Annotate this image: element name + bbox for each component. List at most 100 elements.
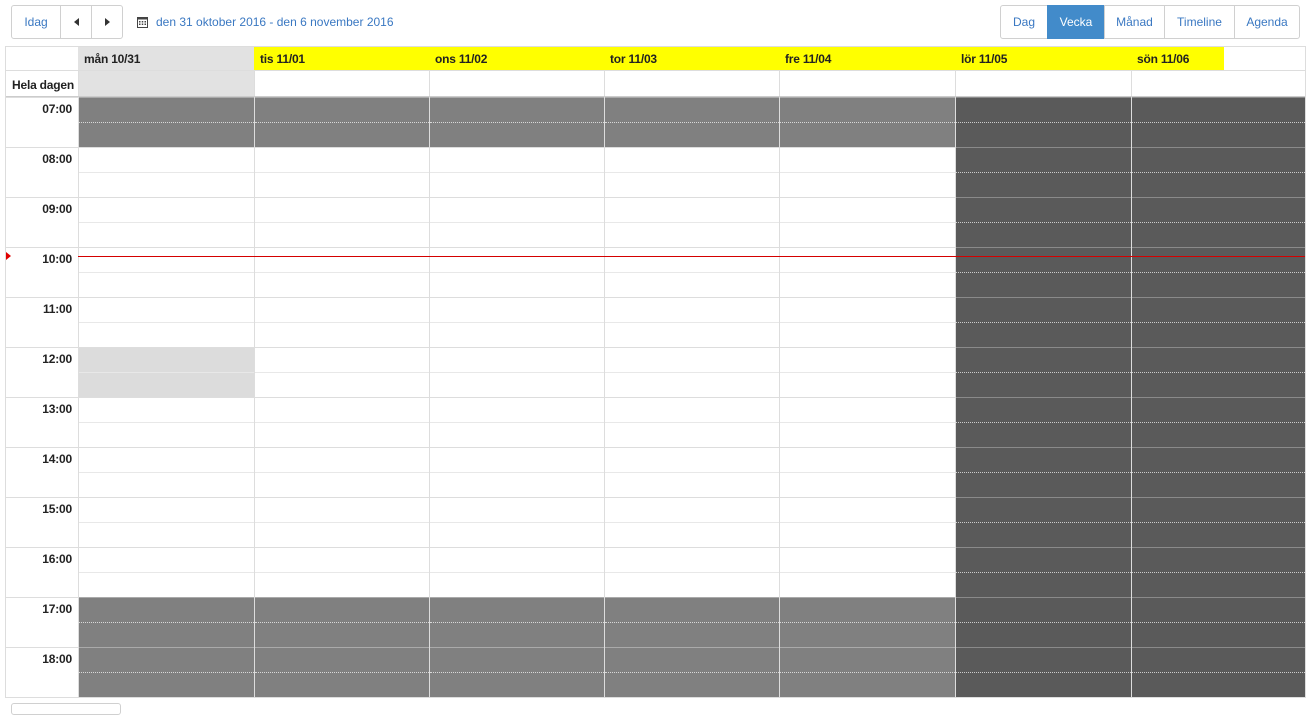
time-slot[interactable] [430,372,604,397]
time-slot[interactable] [780,447,955,472]
time-slot[interactable] [255,197,429,222]
time-slot[interactable] [430,497,604,522]
time-slot[interactable] [430,647,604,672]
time-slot[interactable] [605,597,779,622]
time-slot[interactable] [79,572,254,597]
time-slot[interactable] [605,422,779,447]
time-slot[interactable] [1132,147,1305,172]
time-slot[interactable] [430,147,604,172]
time-slot[interactable] [605,122,779,147]
time-slot[interactable] [1132,497,1305,522]
time-slot[interactable] [605,647,779,672]
time-slot[interactable] [1132,547,1305,572]
time-slot[interactable] [1132,672,1305,697]
time-slot[interactable] [956,447,1131,472]
time-slot[interactable] [430,672,604,697]
time-slot[interactable] [605,247,779,272]
time-slot[interactable] [956,572,1131,597]
time-slot[interactable] [956,622,1131,647]
day-header[interactable]: mån 10/31 [78,47,254,70]
view-week-button[interactable]: Vecka [1047,5,1105,39]
time-slot[interactable] [255,172,429,197]
time-slot[interactable] [780,322,955,347]
all-day-cell[interactable] [604,71,779,96]
time-slot[interactable] [956,347,1131,372]
time-slot[interactable] [430,247,604,272]
time-slot[interactable] [255,422,429,447]
time-slot[interactable] [79,472,254,497]
time-slot[interactable] [605,272,779,297]
time-slot[interactable] [1132,572,1305,597]
time-slot[interactable] [79,447,254,472]
time-slot[interactable] [1132,622,1305,647]
time-slot[interactable] [255,522,429,547]
time-slot[interactable] [255,672,429,697]
time-slot[interactable] [430,297,604,322]
time-slot[interactable] [255,97,429,122]
time-slot[interactable] [780,397,955,422]
time-slot[interactable] [780,272,955,297]
time-slot[interactable] [430,222,604,247]
time-slot[interactable] [956,147,1131,172]
time-slot[interactable] [1132,322,1305,347]
time-slot[interactable] [79,272,254,297]
time-slot[interactable] [79,597,254,622]
time-slot[interactable] [255,472,429,497]
time-slot[interactable] [1132,397,1305,422]
time-slot[interactable] [956,472,1131,497]
time-slot[interactable] [79,422,254,447]
time-slot[interactable] [79,297,254,322]
day-header[interactable]: lör 11/05 [955,47,1131,70]
time-slot[interactable] [780,372,955,397]
time-slot[interactable] [255,597,429,622]
time-slot[interactable] [605,372,779,397]
time-slot[interactable] [79,322,254,347]
time-slot[interactable] [1132,647,1305,672]
time-slot[interactable] [956,197,1131,222]
time-slot[interactable] [255,447,429,472]
time-slot[interactable] [956,172,1131,197]
time-slot[interactable] [1132,472,1305,497]
day-header[interactable]: fre 11/04 [779,47,955,70]
time-slot[interactable] [605,297,779,322]
time-slot[interactable] [780,597,955,622]
day-header[interactable]: ons 11/02 [429,47,604,70]
time-slot[interactable] [79,397,254,422]
time-slot[interactable] [255,297,429,322]
time-slot[interactable] [255,547,429,572]
time-slot[interactable] [1132,522,1305,547]
time-slot[interactable] [255,647,429,672]
time-slot[interactable] [780,647,955,672]
time-slot[interactable] [79,122,254,147]
time-slot[interactable] [605,197,779,222]
day-header[interactable]: tis 11/01 [254,47,429,70]
time-slot[interactable] [430,172,604,197]
time-slot[interactable] [956,497,1131,522]
time-slot[interactable] [605,672,779,697]
time-slot[interactable] [1132,447,1305,472]
all-day-cell[interactable] [429,71,604,96]
time-slot[interactable] [1132,422,1305,447]
time-slot[interactable] [255,497,429,522]
time-slot[interactable] [430,322,604,347]
time-slot[interactable] [780,222,955,247]
time-slot[interactable] [605,322,779,347]
time-slot[interactable] [780,97,955,122]
time-slot[interactable] [1132,272,1305,297]
time-slot[interactable] [79,672,254,697]
view-agenda-button[interactable]: Agenda [1234,5,1300,39]
time-slot[interactable] [780,122,955,147]
time-slot[interactable] [430,197,604,222]
time-slot[interactable] [1132,197,1305,222]
all-day-cell[interactable] [1131,71,1305,96]
time-slot[interactable] [430,397,604,422]
time-slot[interactable] [605,472,779,497]
time-slot[interactable] [605,97,779,122]
time-slot[interactable] [79,372,254,397]
time-slot[interactable] [430,422,604,447]
time-slot[interactable] [430,547,604,572]
time-slot[interactable] [1132,297,1305,322]
time-slot[interactable] [1132,222,1305,247]
time-slot[interactable] [79,347,254,372]
time-slot[interactable] [605,522,779,547]
